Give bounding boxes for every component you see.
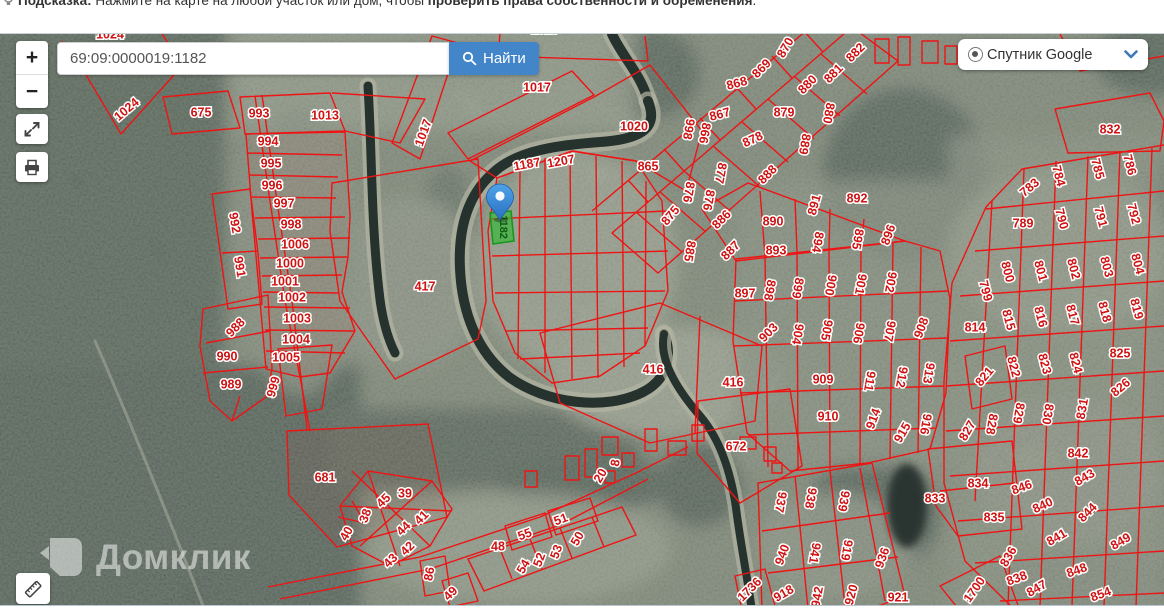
hint-bold-text: проверить права собственности и обремене… xyxy=(427,0,753,8)
parcel-label-842[interactable]: 842 xyxy=(1066,445,1090,462)
search-bar: Найти xyxy=(57,42,539,75)
parcel-label-834[interactable]: 834 xyxy=(966,475,990,492)
parcel-label-835[interactable]: 835 xyxy=(982,509,1006,526)
parcel-label-1005[interactable]: 1005 xyxy=(271,349,302,366)
parcel-label-1003[interactable]: 1003 xyxy=(282,310,313,327)
parcel-label-416[interactable]: 416 xyxy=(721,374,745,391)
search-button[interactable]: Найти xyxy=(449,42,539,75)
printer-icon xyxy=(25,159,39,176)
fullscreen-icon xyxy=(24,122,40,137)
parcel-label-832[interactable]: 832 xyxy=(1098,121,1122,138)
parcel-label-814[interactable]: 814 xyxy=(963,319,987,336)
layer-selector-value: Спутник Google xyxy=(987,46,1093,63)
chevron-down-icon xyxy=(1124,50,1138,59)
parcel-label-994[interactable]: 994 xyxy=(256,133,280,150)
parcel-label-1020[interactable]: 1020 xyxy=(619,118,650,135)
zoom-out-button[interactable]: − xyxy=(16,75,48,108)
layer-selector[interactable]: Спутник Google xyxy=(958,39,1148,70)
parcel-label-48[interactable]: 48 xyxy=(490,538,507,555)
search-input[interactable] xyxy=(57,42,449,75)
parcel-label-39[interactable]: 39 xyxy=(397,485,414,502)
parcel-label-897[interactable]: 897 xyxy=(733,285,757,302)
satellite-map[interactable]: 1182 10241020102467599310139949959969979… xyxy=(0,34,1164,606)
fullscreen-button[interactable] xyxy=(16,114,48,144)
parcel-label-1020[interactable]: 1020 xyxy=(530,34,561,38)
parcel-label-1000[interactable]: 1000 xyxy=(275,255,306,272)
radio-selected-icon xyxy=(968,47,983,62)
parcel-label-1017[interactable]: 1017 xyxy=(522,79,553,96)
parcel-label-1024[interactable]: 1024 xyxy=(95,34,126,43)
hint-suffix: . xyxy=(752,0,757,8)
parcel-label-672[interactable]: 672 xyxy=(724,438,748,455)
measure-button[interactable] xyxy=(16,573,50,604)
parcel-label-1001[interactable]: 1001 xyxy=(270,273,301,290)
zoom-control: + − xyxy=(16,41,48,108)
hint-prefix: Подсказка: xyxy=(18,0,92,8)
parcel-label-990[interactable]: 990 xyxy=(215,348,239,365)
parcel-label-417[interactable]: 417 xyxy=(413,278,437,295)
hint-text: Нажмите на карте на любой участок или до… xyxy=(91,0,428,8)
search-button-label: Найти xyxy=(483,50,526,67)
parcel-label-995[interactable]: 995 xyxy=(259,155,283,172)
zoom-in-button[interactable]: + xyxy=(16,41,48,74)
parcel-label-892[interactable]: 892 xyxy=(845,190,869,207)
parcel-label-996[interactable]: 996 xyxy=(260,177,284,194)
parcel-label-1002[interactable]: 1002 xyxy=(277,289,308,306)
parcel-label-909[interactable]: 909 xyxy=(811,371,835,388)
parcel-label-1013[interactable]: 1013 xyxy=(310,107,341,124)
parcel-label-890[interactable]: 890 xyxy=(761,213,785,230)
parcel-label-997[interactable]: 997 xyxy=(272,195,296,212)
parcel-label-1004[interactable]: 1004 xyxy=(281,331,312,348)
parcel-label-993[interactable]: 993 xyxy=(247,105,271,122)
parcel-label-1006[interactable]: 1006 xyxy=(280,236,311,253)
parcel-label-789[interactable]: 789 xyxy=(1011,215,1035,232)
parcel-label-675[interactable]: 675 xyxy=(189,104,213,121)
parcel-label-879[interactable]: 879 xyxy=(772,104,796,121)
hint-bar: Подсказка: Нажмите на карте на любой уча… xyxy=(0,0,1164,15)
parcel-label-921[interactable]: 921 xyxy=(886,589,910,605)
parcel-label-416[interactable]: 416 xyxy=(641,361,665,378)
search-icon xyxy=(462,51,477,66)
parcel-label-893[interactable]: 893 xyxy=(764,242,788,259)
map-canvas[interactable]: 1182 10241020102467599310139949959969979… xyxy=(0,33,1164,606)
ruler-icon xyxy=(24,580,42,597)
parcel-label-833[interactable]: 833 xyxy=(923,490,947,507)
parcel-label-910[interactable]: 910 xyxy=(816,408,840,425)
parcel-label-865[interactable]: 865 xyxy=(636,158,660,175)
parcel-label-989[interactable]: 989 xyxy=(219,376,243,393)
lightbulb-icon xyxy=(3,0,14,10)
print-button[interactable] xyxy=(16,152,48,182)
parcel-label-681[interactable]: 681 xyxy=(313,469,337,486)
parcel-label-825[interactable]: 825 xyxy=(1108,345,1132,362)
parcel-label-998[interactable]: 998 xyxy=(279,216,303,233)
parcel-label-86[interactable]: 86 xyxy=(420,564,439,583)
